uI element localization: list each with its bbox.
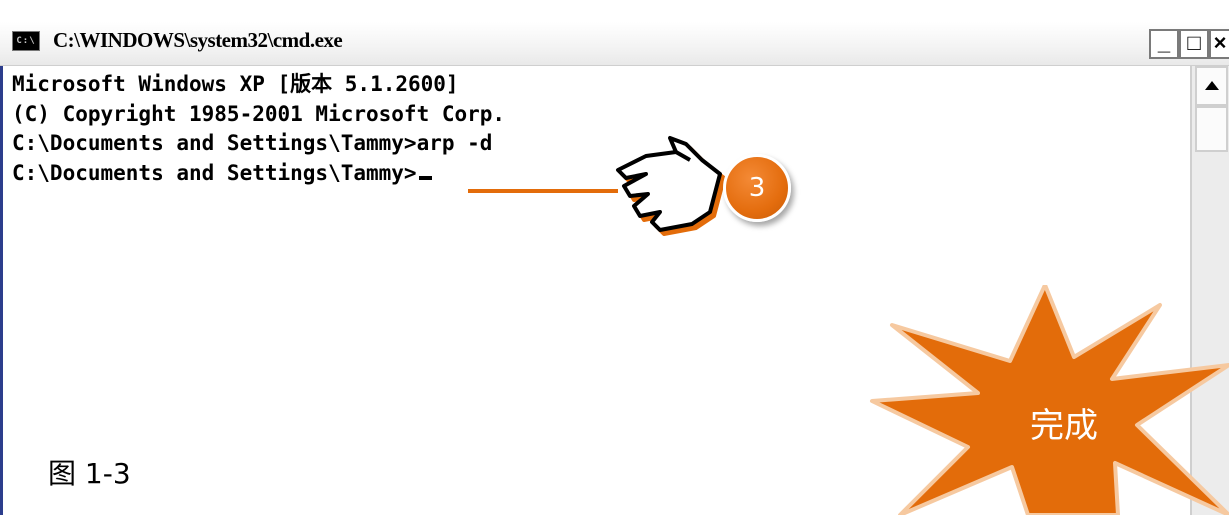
pointing-hand-icon [616,136,726,236]
text-cursor [418,175,432,180]
title-bar[interactable]: C:\ C:\WINDOWS\system32\cmd.exe _ □ × [0,22,1229,66]
close-button[interactable]: × [1209,29,1229,59]
scroll-up-button[interactable] [1195,66,1228,106]
minimize-button[interactable]: _ [1149,29,1179,59]
cmd-app-icon[interactable]: C:\ [12,31,40,51]
console-line: Microsoft Windows XP [版本 5.1.2600] [12,72,459,96]
maximize-button[interactable]: □ [1179,29,1209,59]
figure-caption: 图 1-3 [40,452,139,492]
completion-label: 完成 [1030,406,1098,446]
console-prompt: C:\Documents and Settings\Tammy> [12,160,417,185]
scroll-thumb[interactable] [1195,106,1228,152]
window-title: C:\WINDOWS\system32\cmd.exe [53,28,343,52]
console-line: (C) Copyright 1985-2001 Microsoft Corp. [12,101,506,126]
step-number-badge: 3 [723,154,791,222]
